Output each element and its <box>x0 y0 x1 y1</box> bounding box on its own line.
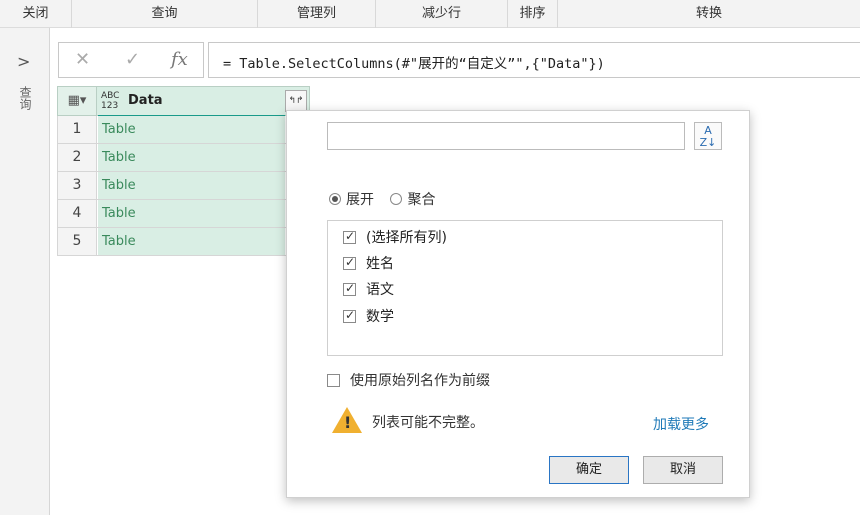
table-cell-link[interactable]: Table <box>98 172 310 199</box>
prefix-option[interactable]: 使用原始列名作为前缀 <box>327 370 490 390</box>
checkbox-unchecked-icon[interactable] <box>327 374 340 387</box>
chevron-right-icon[interactable]: > <box>17 52 30 71</box>
formula-text[interactable]: = Table.SelectColumns(#"展开的“自定义”",{"Data… <box>223 52 605 72</box>
cancel-button[interactable]: 取消 <box>643 456 723 484</box>
formula-buttons: ✕ ✓ fx <box>58 42 204 78</box>
ribbon-group-reduce-rows[interactable]: 减少行 <box>376 0 508 28</box>
checklist-label: 姓名 <box>366 256 394 272</box>
table-row[interactable]: 5 Table <box>57 228 310 256</box>
row-number[interactable]: 1 <box>58 116 97 143</box>
cancel-formula-icon[interactable]: ✕ <box>75 49 90 70</box>
table-row[interactable]: 2 Table <box>57 144 310 172</box>
table-menu-icon[interactable]: ▦▾ <box>58 87 97 115</box>
sort-az-button[interactable]: A Z↓ <box>694 122 722 150</box>
ribbon-group-manage-columns[interactable]: 管理列 <box>258 0 376 28</box>
table-row[interactable]: 1 Table <box>57 116 310 144</box>
queries-pane-label: 查询 <box>18 86 32 110</box>
fx-icon[interactable]: fx <box>171 49 188 70</box>
checklist-label: (选择所有列) <box>366 230 447 246</box>
column-checklist: (选择所有列) 姓名 语文 数学 <box>327 220 723 356</box>
grid-header: ▦▾ ABC 123 Data ↰↱ <box>57 86 310 119</box>
ribbon-group-close[interactable]: 关闭 <box>0 0 72 28</box>
commit-formula-icon[interactable]: ✓ <box>125 49 140 70</box>
ok-button[interactable]: 确定 <box>549 456 629 484</box>
warning-message: 列表可能不完整。 <box>332 407 484 433</box>
expand-mode-radios: 展开 聚合 <box>329 189 447 209</box>
radio-expand-label: 展开 <box>346 192 374 208</box>
prefix-label: 使用原始列名作为前缀 <box>350 373 490 389</box>
ribbon-group-transform[interactable]: 转换 <box>558 0 860 28</box>
checklist-label: 数学 <box>366 309 394 325</box>
table-cell-link[interactable]: Table <box>98 144 310 171</box>
table-cell-link[interactable]: Table <box>98 228 310 255</box>
table-cell-link[interactable]: Table <box>98 200 310 227</box>
column-header-data[interactable]: Data <box>128 93 163 108</box>
row-number[interactable]: 4 <box>58 200 97 227</box>
type-any-icon[interactable]: ABC 123 <box>101 91 119 111</box>
checklist-item-select-all[interactable]: (选择所有列) <box>343 227 447 249</box>
radio-unselected-icon <box>390 193 403 205</box>
checklist-item-math[interactable]: 数学 <box>343 306 394 328</box>
checkbox-checked-icon[interactable] <box>343 308 356 323</box>
radio-expand[interactable]: 展开 <box>329 189 374 209</box>
ribbon-group-query[interactable]: 查询 <box>72 0 258 28</box>
search-input[interactable] <box>327 122 685 150</box>
checkbox-checked-icon[interactable] <box>343 281 356 296</box>
expand-column-popup: AZ↓ 展开 聚合 (选择所有列) 姓名 语文 数学 使用原始列名作为前缀 列表… <box>286 110 750 498</box>
table-row[interactable]: 4 Table <box>57 200 310 228</box>
ribbon: 关闭 查询 管理列 减少行 排序 转换 <box>0 0 860 28</box>
row-number[interactable]: 3 <box>58 172 97 199</box>
checklist-item-chinese[interactable]: 语文 <box>343 279 394 301</box>
table-cell-link[interactable]: Table <box>98 116 310 143</box>
checklist-item-name[interactable]: 姓名 <box>343 253 394 275</box>
radio-aggregate-label: 聚合 <box>407 192 436 208</box>
checklist-label: 语文 <box>366 282 394 298</box>
queries-pane: > 查询 <box>0 28 50 515</box>
load-more-link[interactable]: 加载更多 <box>653 414 709 434</box>
radio-aggregate[interactable]: 聚合 <box>390 189 435 209</box>
checkbox-checked-icon[interactable] <box>343 255 356 270</box>
ribbon-group-sort[interactable]: 排序 <box>508 0 558 28</box>
radio-selected-icon <box>329 193 341 205</box>
row-number[interactable]: 5 <box>58 228 97 255</box>
checkbox-checked-icon[interactable] <box>343 229 356 244</box>
warning-text: 列表可能不完整。 <box>372 415 484 431</box>
formula-bar[interactable]: = Table.SelectColumns(#"展开的“自定义”",{"Data… <box>208 42 860 78</box>
row-number[interactable]: 2 <box>58 144 97 171</box>
main-area: ✕ ✓ fx = Table.SelectColumns(#"展开的“自定义”"… <box>50 28 860 515</box>
expand-column-icon[interactable]: ↰↱ <box>285 90 307 112</box>
table-row[interactable]: 3 Table <box>57 172 310 200</box>
data-grid: ▦▾ ABC 123 Data ↰↱ 1 Table 2 Table 3 Table 4 Tab… <box>57 86 310 256</box>
warning-icon <box>332 407 362 433</box>
